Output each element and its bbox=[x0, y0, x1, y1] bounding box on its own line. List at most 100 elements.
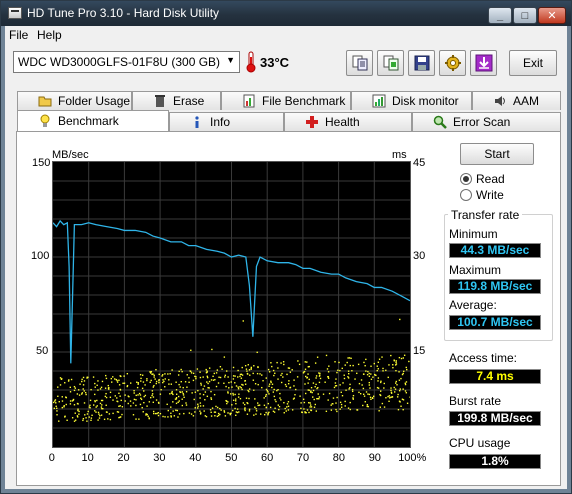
access-time-point bbox=[192, 372, 195, 375]
access-time-point bbox=[393, 386, 395, 389]
access-time-point bbox=[274, 399, 276, 401]
access-time-point bbox=[388, 364, 390, 366]
access-time-point bbox=[146, 378, 148, 380]
burst-rate-value: 199.8 MB/sec bbox=[449, 411, 541, 426]
access-time-point bbox=[197, 407, 199, 409]
access-time-point bbox=[304, 411, 306, 413]
access-time-point bbox=[130, 405, 132, 407]
access-time-point bbox=[347, 373, 350, 375]
menu-help[interactable]: Help bbox=[37, 28, 62, 42]
access-time-point bbox=[244, 365, 247, 367]
write-radio-label[interactable]: Write bbox=[476, 188, 504, 202]
access-time-point bbox=[315, 383, 317, 386]
access-time-point bbox=[151, 390, 154, 392]
menu-file[interactable]: File bbox=[9, 28, 28, 42]
close-button[interactable]: ✕ bbox=[538, 7, 566, 24]
access-time-point bbox=[215, 405, 217, 408]
tab-folder-usage[interactable]: Folder Usage bbox=[17, 91, 132, 110]
read-radio[interactable] bbox=[460, 173, 472, 185]
access-time-point bbox=[318, 396, 321, 398]
tab-benchmark[interactable]: Benchmark bbox=[17, 110, 169, 131]
access-time-point bbox=[162, 374, 164, 376]
access-time-point bbox=[179, 391, 181, 393]
access-time-point bbox=[223, 382, 225, 384]
tab-erase[interactable]: Erase bbox=[132, 91, 221, 110]
access-time-point bbox=[314, 362, 317, 364]
access-time-point bbox=[71, 417, 74, 419]
drive-select[interactable]: WDC WD3000GLFS-01F8U (300 GB) ▼ bbox=[13, 51, 240, 73]
start-button[interactable]: Start bbox=[460, 143, 534, 165]
access-time-point bbox=[231, 386, 233, 388]
access-time-point bbox=[152, 386, 155, 388]
access-time-point bbox=[261, 386, 263, 389]
options-button[interactable] bbox=[439, 50, 466, 76]
access-time-point bbox=[398, 389, 401, 392]
access-time-point bbox=[152, 401, 155, 404]
access-time-point bbox=[255, 410, 258, 412]
access-time-point bbox=[158, 402, 160, 404]
access-time-point bbox=[112, 412, 114, 415]
y-tick-label: 100 bbox=[31, 250, 50, 262]
access-time-point bbox=[220, 409, 222, 411]
access-time-point bbox=[204, 399, 206, 401]
access-time-point bbox=[248, 369, 251, 371]
access-time-point bbox=[172, 401, 174, 403]
access-time-point bbox=[259, 373, 261, 375]
exit-button[interactable]: Exit bbox=[509, 50, 557, 76]
copy-screenshot-button[interactable] bbox=[377, 50, 404, 76]
access-time-point bbox=[237, 376, 239, 378]
access-time-point bbox=[266, 389, 268, 392]
access-time-point bbox=[223, 410, 225, 412]
tab-error-scan[interactable]: Error Scan bbox=[412, 112, 561, 131]
tab-disk-monitor[interactable]: Disk monitor bbox=[351, 91, 472, 110]
minimize-button[interactable]: _ bbox=[488, 7, 512, 24]
access-time-point bbox=[95, 411, 97, 413]
title-bar[interactable]: HD Tune Pro 3.10 - Hard Disk Utility _ □… bbox=[1, 1, 571, 26]
maximize-button[interactable]: □ bbox=[513, 7, 537, 24]
tab-aam[interactable]: AAM bbox=[472, 91, 561, 110]
read-radio-label[interactable]: Read bbox=[476, 172, 505, 186]
access-time-point bbox=[178, 413, 181, 415]
download-button[interactable] bbox=[470, 50, 497, 76]
access-time-point bbox=[282, 361, 285, 363]
tab-info[interactable]: Info bbox=[169, 112, 284, 131]
access-time-point bbox=[238, 411, 240, 413]
access-time-point bbox=[285, 385, 288, 388]
access-time-point bbox=[293, 397, 296, 399]
access-time-point bbox=[112, 399, 114, 401]
access-time-point bbox=[364, 401, 366, 403]
access-time-point bbox=[217, 412, 220, 415]
tab-health[interactable]: Health bbox=[284, 112, 412, 131]
access-time-point bbox=[202, 405, 205, 407]
access-time-point bbox=[203, 410, 205, 412]
access-time-point bbox=[247, 364, 249, 366]
download-icon bbox=[475, 54, 492, 72]
y2-tick-label: 15 bbox=[413, 345, 426, 357]
access-time-point bbox=[237, 387, 240, 390]
access-time-point bbox=[372, 376, 374, 378]
access-time-point bbox=[214, 378, 216, 381]
tab-file-benchmark[interactable]: File Benchmark bbox=[221, 91, 351, 110]
save-button[interactable] bbox=[408, 50, 435, 76]
access-time-point bbox=[82, 384, 85, 386]
access-time-point bbox=[405, 381, 408, 383]
access-time-point bbox=[208, 380, 211, 383]
access-time-point bbox=[105, 404, 107, 406]
access-time-point bbox=[90, 417, 93, 419]
access-time-point bbox=[162, 415, 164, 418]
access-time-point bbox=[253, 389, 255, 391]
x-tick-label: 30 bbox=[153, 452, 166, 464]
access-time-point bbox=[190, 413, 193, 415]
access-time-point bbox=[193, 398, 195, 401]
access-time-point bbox=[404, 383, 407, 386]
copy-text-button[interactable] bbox=[346, 50, 373, 76]
access-time-point bbox=[170, 392, 173, 394]
access-time-point bbox=[312, 382, 315, 384]
transfer-rate-title: Transfer rate bbox=[448, 208, 523, 222]
access-time-point bbox=[305, 375, 307, 378]
access-time-point bbox=[336, 396, 338, 399]
window-title: HD Tune Pro 3.10 - Hard Disk Utility bbox=[27, 6, 220, 20]
write-radio[interactable] bbox=[460, 189, 472, 201]
access-time-point bbox=[351, 388, 354, 391]
access-time-point bbox=[97, 389, 99, 391]
